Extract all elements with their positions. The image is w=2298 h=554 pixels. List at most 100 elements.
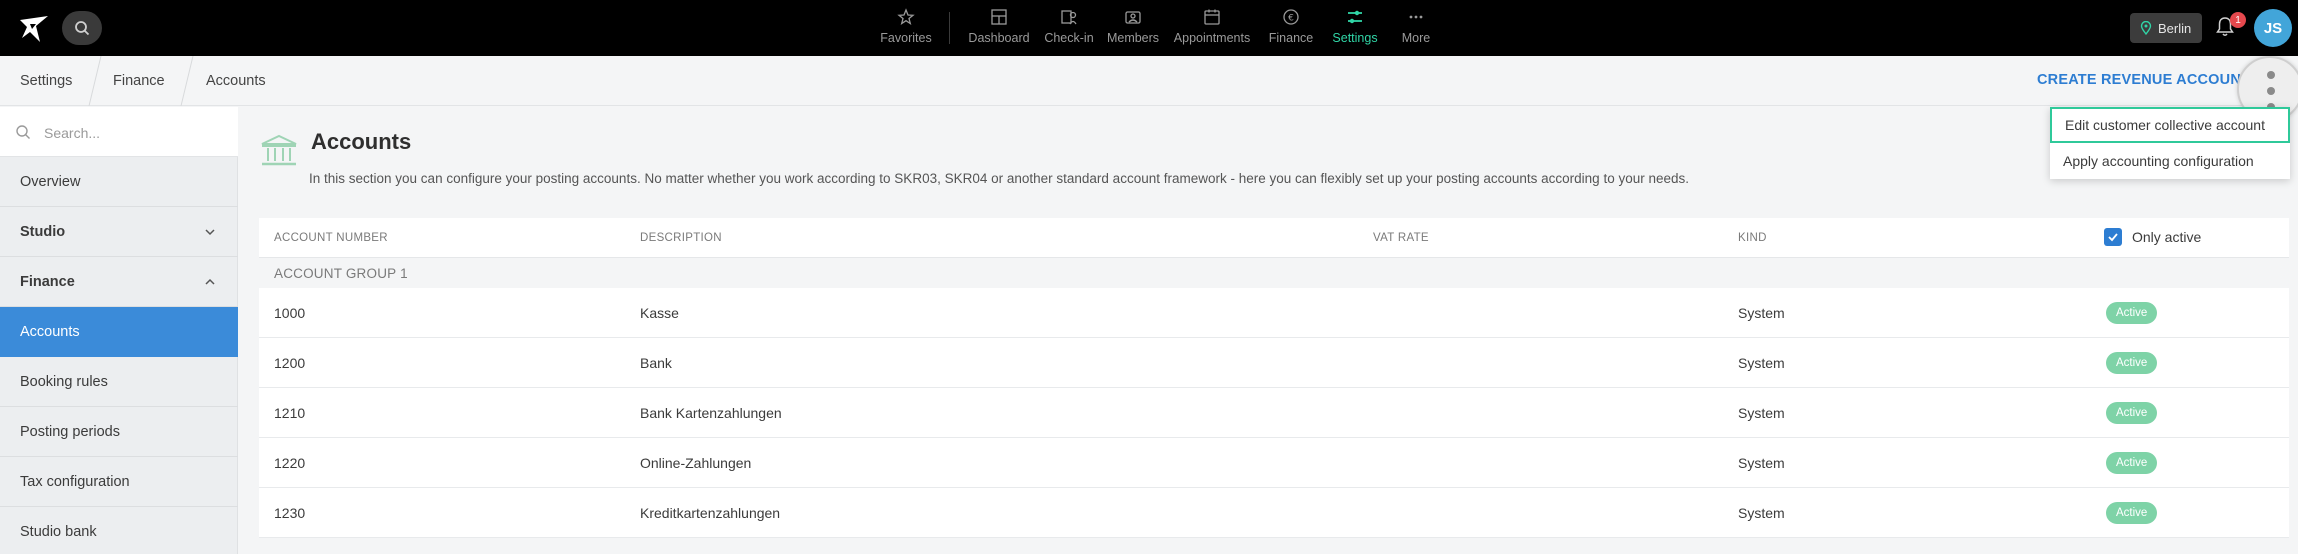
sidebar-item-finance[interactable]: Finance xyxy=(0,257,238,307)
breadcrumb-separator xyxy=(180,56,194,106)
nav-label: More xyxy=(1401,31,1431,45)
breadcrumb-accounts: Accounts xyxy=(206,73,266,89)
top-navigation-bar: Favorites Dashboard Check-in Members App… xyxy=(0,0,2298,56)
account-description: Kasse xyxy=(640,305,679,321)
table-header: ACCOUNT NUMBER DESCRIPTION VAT RATE KIND… xyxy=(259,218,2289,258)
table-row[interactable]: 1200 Bank System Active xyxy=(259,338,2289,388)
bank-icon xyxy=(259,133,299,174)
notification-badge: 1 xyxy=(2230,12,2246,28)
nav-label: Check-in xyxy=(1044,31,1094,45)
table-row[interactable]: 1230 Kreditkartenzahlungen System Active xyxy=(259,488,2289,538)
account-kind: System xyxy=(1738,455,1785,471)
settings-sidebar: Overview Studio Finance Accounts Booking… xyxy=(0,107,238,554)
menu-item-edit-customer-collective-account[interactable]: Edit customer collective account xyxy=(2050,107,2290,143)
breadcrumb-separator xyxy=(88,56,102,106)
svg-text:€: € xyxy=(1288,14,1294,24)
status-badge: Active xyxy=(2106,502,2158,524)
column-header-kind[interactable]: KIND xyxy=(1738,232,1767,244)
table-row[interactable]: 1000 Kasse System Active xyxy=(259,288,2289,338)
nav-members[interactable]: Members xyxy=(1105,8,1161,45)
star-icon xyxy=(897,8,915,25)
status-badge: Active xyxy=(2106,352,2158,374)
account-number: 1000 xyxy=(274,305,306,321)
sidebar-item-label: Posting periods xyxy=(20,423,120,440)
sidebar-item-studio[interactable]: Studio xyxy=(0,207,238,257)
kebab-dot xyxy=(2267,87,2275,95)
only-active-checkbox[interactable] xyxy=(2104,228,2122,246)
create-revenue-account-button[interactable]: CREATE REVENUE ACCOUNT xyxy=(2037,72,2250,88)
column-header-vat-rate[interactable]: VAT RATE xyxy=(1373,232,1429,244)
sidebar-item-accounts[interactable]: Accounts xyxy=(0,307,238,357)
nav-label: Favorites xyxy=(880,31,932,45)
account-number: 1220 xyxy=(274,455,306,471)
breadcrumb-settings[interactable]: Settings xyxy=(20,73,72,89)
chevron-down-icon xyxy=(205,229,215,236)
checkin-icon xyxy=(1061,10,1077,25)
page-title: Accounts xyxy=(311,129,412,154)
nav-label: Settings xyxy=(1332,31,1378,45)
page-description: In this section you can configure your p… xyxy=(309,171,1689,186)
brand-logo-icon[interactable] xyxy=(18,12,50,44)
ellipsis-icon xyxy=(1409,15,1423,19)
global-search-button[interactable] xyxy=(62,11,102,45)
avatar[interactable]: JS xyxy=(2254,9,2292,47)
sidebar-item-label: Accounts xyxy=(20,324,80,340)
nav-dashboard[interactable]: Dashboard xyxy=(966,8,1032,45)
table-row[interactable]: 1210 Bank Kartenzahlungen System Active xyxy=(259,388,2289,438)
sidebar-item-studio-bank[interactable]: Studio bank xyxy=(0,507,238,554)
menu-item-apply-accounting-configuration[interactable]: Apply accounting configuration xyxy=(2050,143,2290,179)
search-icon xyxy=(16,125,30,139)
account-description: Kreditkartenzahlungen xyxy=(640,505,781,521)
sidebar-item-label: Booking rules xyxy=(20,373,108,390)
only-active-label: Only active xyxy=(2132,229,2202,245)
column-header-description[interactable]: DESCRIPTION xyxy=(640,232,722,244)
account-number: 1210 xyxy=(274,405,306,421)
only-active-filter[interactable]: Only active xyxy=(2104,228,2201,246)
sidebar-item-booking-rules[interactable]: Booking rules xyxy=(0,357,238,407)
nav-label: Members xyxy=(1106,31,1160,45)
account-description: Online-Zahlungen xyxy=(640,455,752,471)
nav-divider xyxy=(949,12,950,44)
table-row[interactable]: 1220 Online-Zahlungen System Active xyxy=(259,438,2289,488)
members-icon xyxy=(1125,11,1141,24)
account-description: Bank xyxy=(640,355,672,371)
account-number: 1200 xyxy=(274,355,306,371)
location-selector[interactable]: Berlin xyxy=(2130,13,2202,43)
account-number: 1230 xyxy=(274,505,306,521)
nav-favorites[interactable]: Favorites xyxy=(879,8,933,45)
sidebar-item-posting-periods[interactable]: Posting periods xyxy=(0,407,238,457)
dashboard-icon xyxy=(991,9,1007,25)
sidebar-search-input[interactable] xyxy=(44,122,224,144)
euro-icon: € xyxy=(1283,9,1299,25)
nav-more[interactable]: More xyxy=(1398,8,1434,45)
nav-finance[interactable]: € Finance xyxy=(1266,8,1316,45)
nav-check-in[interactable]: Check-in xyxy=(1043,8,1095,45)
sidebar-item-label: Overview xyxy=(20,173,81,190)
chevron-up-icon xyxy=(205,278,215,285)
search-icon xyxy=(75,21,90,36)
kebab-dot xyxy=(2267,71,2275,79)
breadcrumb-finance[interactable]: Finance xyxy=(113,73,165,89)
breadcrumb: Settings Finance Accounts xyxy=(0,56,2298,106)
nav-label: Dashboard xyxy=(968,31,1030,45)
sidebar-item-label: Studio bank xyxy=(20,523,97,540)
calendar-icon xyxy=(1204,9,1220,25)
sidebar-item-label: Finance xyxy=(20,273,75,290)
more-options-menu: Edit customer collective account Apply a… xyxy=(2050,107,2290,179)
nav-settings[interactable]: Settings xyxy=(1329,8,1381,45)
location-label: Berlin xyxy=(2158,20,2192,36)
checkmark-icon xyxy=(2108,233,2118,242)
account-kind: System xyxy=(1738,405,1785,421)
status-badge: Active xyxy=(2106,452,2158,474)
sidebar-item-overview[interactable]: Overview xyxy=(0,157,238,207)
column-header-account-number[interactable]: ACCOUNT NUMBER xyxy=(274,232,388,244)
sidebar-search xyxy=(0,107,238,157)
account-group-header: ACCOUNT GROUP 1 xyxy=(259,258,2289,288)
account-kind: System xyxy=(1738,355,1785,371)
account-kind: System xyxy=(1738,305,1785,321)
sidebar-item-label: Tax configuration xyxy=(20,473,130,490)
nav-appointments[interactable]: Appointments xyxy=(1171,8,1253,45)
nav-label: Appointments xyxy=(1173,31,1251,45)
nav-label: Finance xyxy=(1268,31,1314,45)
sidebar-item-tax-configuration[interactable]: Tax configuration xyxy=(0,457,238,507)
